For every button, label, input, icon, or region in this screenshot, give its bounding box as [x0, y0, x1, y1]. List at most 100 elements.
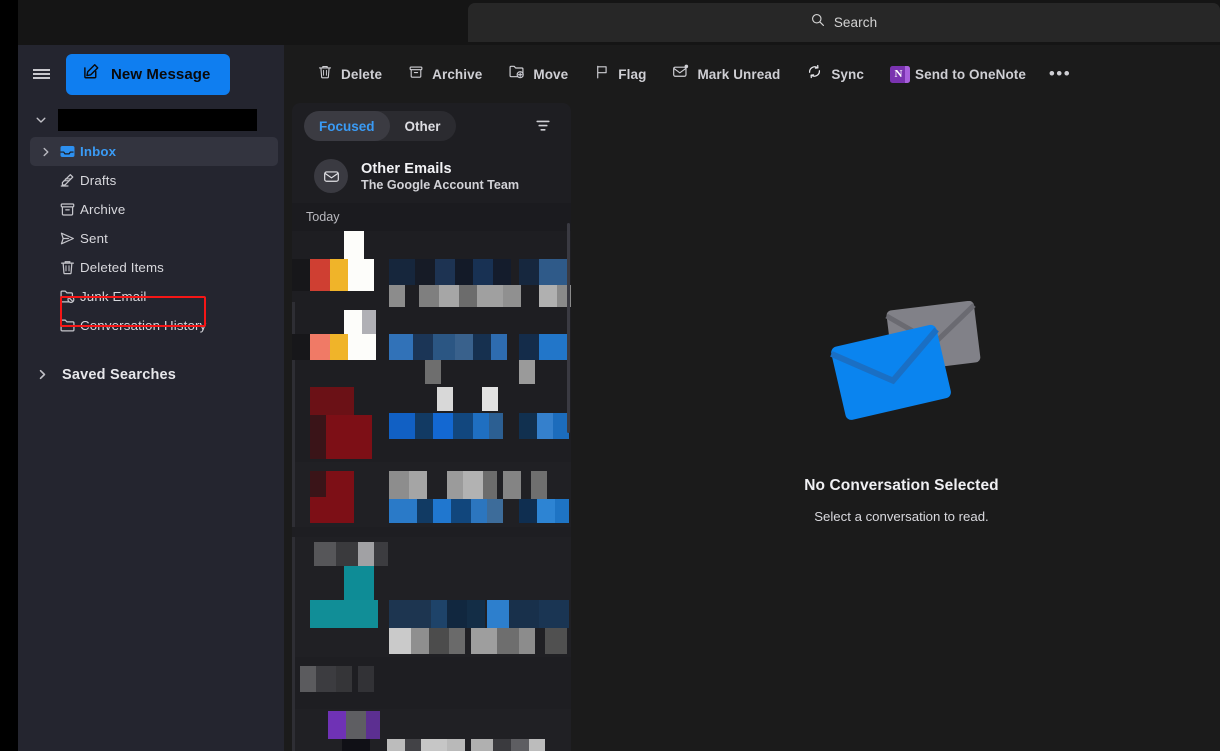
redacted-content-block — [539, 285, 557, 307]
sidebar-item-drafts[interactable]: Drafts — [30, 166, 278, 195]
redacted-content-block — [389, 628, 411, 654]
message-group-header: Today — [292, 203, 571, 231]
hamburger-menu-icon[interactable] — [24, 57, 58, 91]
toolbar-flag-button[interactable]: Flag — [583, 57, 657, 91]
message-list-pivot-row: Focused Other — [292, 103, 571, 149]
sidebar: New Message Inbox Drafts Archive Sent De… — [18, 45, 284, 751]
sidebar-item-junk-email[interactable]: Junk Email — [30, 282, 278, 311]
redacted-content-block — [310, 334, 330, 360]
sidebar-header: New Message — [18, 45, 284, 103]
toolbar-send-to-onenote-button[interactable]: N Send to OneNote — [879, 57, 1037, 91]
redacted-content-block — [326, 415, 372, 459]
toolbar-sync-button[interactable]: Sync — [795, 57, 875, 91]
toolbar-move-button[interactable]: Move — [497, 57, 579, 91]
redacted-content-block — [415, 259, 435, 285]
account-name-redacted — [58, 109, 257, 131]
redacted-content-block — [503, 285, 521, 307]
new-message-button[interactable]: New Message — [66, 53, 231, 95]
redacted-content-block — [437, 387, 453, 411]
toolbar-item-label: Send to OneNote — [915, 66, 1027, 82]
move-folder-icon — [508, 63, 525, 85]
redacted-content-block — [447, 471, 463, 499]
redacted-content-block — [405, 739, 421, 751]
sidebar-item-inbox[interactable]: Inbox — [30, 137, 278, 166]
redacted-content-block — [389, 285, 405, 307]
sidebar-item-label: Junk Email — [80, 289, 147, 304]
redacted-content-block — [415, 413, 433, 439]
new-message-label: New Message — [111, 65, 211, 83]
message-list-item[interactable] — [292, 527, 571, 537]
redacted-content-block — [455, 259, 473, 285]
archive-box-icon — [54, 201, 80, 218]
other-emails-entry[interactable]: Other Emails The Google Account Team — [292, 149, 571, 203]
trash-icon — [54, 259, 80, 276]
junk-folder-block-icon — [54, 288, 80, 305]
sidebar-item-sent[interactable]: Sent — [30, 224, 278, 253]
envelope-icon — [314, 159, 348, 193]
redacted-content-block — [555, 499, 569, 523]
redacted-content-block — [473, 413, 489, 439]
sidebar-item-label: Conversation History — [80, 318, 207, 333]
redacted-content-block — [314, 542, 336, 566]
redacted-content-block — [292, 259, 310, 291]
redacted-content-block — [348, 259, 374, 291]
account-row[interactable] — [18, 105, 284, 135]
redacted-content-block — [413, 334, 433, 360]
toolbar-item-label: Flag — [618, 66, 647, 82]
redacted-content-block — [545, 628, 567, 654]
command-toolbar: Delete Archive Move Flag Mark Unread Syn… — [284, 45, 1220, 103]
redacted-content-block — [310, 471, 326, 497]
redacted-content-block — [519, 413, 537, 439]
toolbar-item-label: Mark Unread — [697, 66, 781, 82]
tab-other[interactable]: Other — [390, 111, 456, 141]
title-bar: Search — [18, 0, 1220, 45]
filter-funnel-icon[interactable] — [529, 112, 557, 140]
search-input[interactable]: Search — [468, 3, 1220, 42]
more-options-icon[interactable]: ••• — [1045, 59, 1075, 89]
reading-pane-title: No Conversation Selected — [804, 476, 999, 494]
redacted-content-block — [473, 259, 493, 285]
chevron-down-icon[interactable] — [34, 113, 48, 127]
redacted-content-block — [509, 600, 539, 628]
sidebar-item-archive[interactable]: Archive — [30, 195, 278, 224]
redacted-content-block — [316, 666, 336, 692]
redacted-content-block — [471, 628, 497, 654]
redacted-content-block — [300, 666, 316, 692]
sidebar-item-deleted-items[interactable]: Deleted Items — [30, 253, 278, 282]
sidebar-item-saved-searches[interactable]: Saved Searches — [18, 360, 284, 390]
toolbar-delete-button[interactable]: Delete — [306, 57, 393, 91]
redacted-content-block — [358, 666, 374, 692]
redacted-content-block — [310, 259, 330, 291]
sent-paper-plane-icon — [54, 230, 80, 247]
search-icon — [811, 13, 825, 32]
toolbar-item-label: Archive — [432, 66, 483, 82]
chevron-right-icon[interactable] — [38, 146, 54, 158]
redacted-content-block — [519, 259, 539, 285]
message-list-scrollbar[interactable] — [567, 223, 570, 433]
redacted-content-block — [453, 413, 473, 439]
toolbar-item-label: Delete — [341, 66, 383, 82]
message-rows-container[interactable] — [292, 231, 571, 751]
redacted-content-block — [473, 334, 491, 360]
redacted-content-block — [330, 259, 348, 291]
redacted-content-block — [435, 259, 455, 285]
redacted-content-block — [463, 471, 483, 499]
toolbar-archive-button[interactable]: Archive — [397, 57, 493, 91]
redacted-content-block — [459, 285, 477, 307]
tab-focused[interactable]: Focused — [304, 111, 390, 141]
folder-icon — [54, 317, 80, 334]
sidebar-item-conversation-history[interactable]: Conversation History — [30, 311, 278, 340]
redacted-content-block — [330, 334, 348, 360]
redacted-content-block — [531, 471, 547, 499]
chevron-right-icon[interactable] — [36, 368, 50, 382]
redacted-content-block — [346, 711, 366, 739]
redacted-content-block — [439, 285, 459, 307]
toolbar-mark-unread-button[interactable]: Mark Unread — [661, 57, 791, 91]
compose-pencil-icon — [83, 63, 100, 85]
redacted-content-block — [366, 711, 380, 739]
message-group-label: Today — [306, 210, 340, 224]
reading-pane: No Conversation Selected Select a conver… — [583, 103, 1220, 751]
redacted-content-block — [529, 739, 545, 751]
redacted-content-block — [519, 628, 535, 654]
redacted-content-block — [409, 471, 427, 499]
